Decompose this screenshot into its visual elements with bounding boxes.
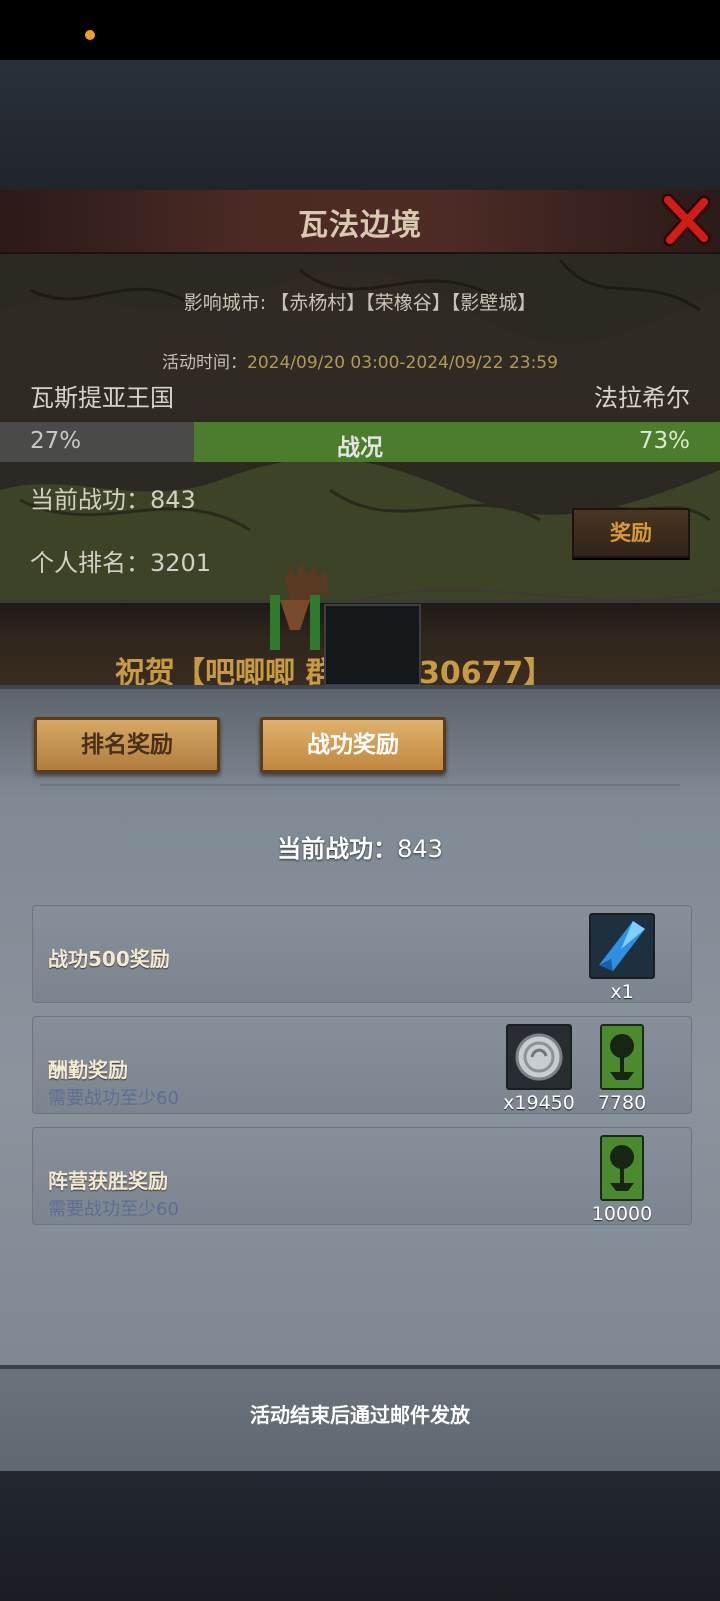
faction-emblem-icon — [270, 562, 421, 685]
reward-row: 阵营获胜奖励 需要战功至少60 10000 — [32, 1127, 692, 1225]
faction-left: 瓦斯提亚王国 — [30, 384, 174, 412]
silver-coin-icon — [506, 1024, 572, 1090]
reward-item-count: x19450 — [503, 1092, 575, 1114]
footer-note: 活动结束后通过邮件发放 — [250, 1403, 470, 1427]
war-status-label: 战况 — [337, 435, 383, 461]
time-value: 2024/09/20 03:00-2024/09/22 23:59 — [247, 353, 558, 373]
reward-row-requirement: 需要战功至少60 — [48, 1199, 179, 1220]
blue-crystal-icon — [589, 913, 655, 979]
war-status-bar: 27% 战况 73% — [0, 422, 720, 462]
current-merit-label: 当前战功： — [277, 835, 398, 863]
affected-cities: 影响城市: 【赤杨村】【荣橡谷】【影壁城】 — [0, 288, 720, 315]
current-merit: 当前战功：843 — [30, 486, 196, 514]
divider — [40, 784, 680, 786]
reward-button[interactable]: 奖励 — [572, 508, 690, 558]
event-time: 活动时间：2024/09/20 03:00-2024/09/22 23:59 — [0, 348, 720, 373]
cities-list: 【赤杨村】【荣橡谷】【影壁城】 — [270, 292, 537, 314]
reward-row: 战功500奖励 x1 — [32, 905, 692, 1003]
backdrop — [0, 60, 720, 190]
status-bar — [0, 0, 720, 60]
reward-item[interactable]: 10000 — [582, 1135, 662, 1225]
reward-row-title: 战功500奖励 — [48, 947, 170, 971]
tab-rank-reward[interactable]: 排名奖励 — [34, 717, 220, 773]
faction-right: 法拉希尔 — [594, 384, 690, 412]
reward-row: 酬勤奖励 需要战功至少60 x19450 7780 — [32, 1016, 692, 1114]
reward-item-count: 7780 — [597, 1092, 647, 1114]
personal-rank: 个人排名：3201 — [30, 549, 212, 577]
reward-item[interactable]: 7780 — [582, 1024, 662, 1114]
reward-panel: 排名奖励 战功奖励 当前战功：843 战功500奖励 x1 酬勤奖励 需要战功至… — [0, 685, 720, 1409]
reward-row-title: 酬勤奖励 — [48, 1058, 128, 1082]
bottom-backdrop — [0, 1471, 720, 1601]
reward-item[interactable]: x1 — [582, 913, 662, 1003]
cities-label: 影响城市: — [183, 292, 267, 314]
reward-item-count: 10000 — [591, 1203, 653, 1225]
tab-merit-reward[interactable]: 战功奖励 — [260, 717, 446, 773]
territory-dialog: 瓦法边境 影响城市: 【赤杨村】【荣橡谷】【影壁城】 活动时间：2024/09/2… — [0, 190, 720, 685]
current-merit-value: 843 — [397, 835, 443, 863]
tree-banner-icon — [600, 1135, 644, 1201]
tree-banner-icon — [600, 1024, 644, 1090]
reward-item-count: x1 — [610, 981, 634, 1003]
reward-item[interactable]: x19450 — [494, 1024, 584, 1114]
dialog-title-bar: 瓦法边境 — [0, 190, 720, 254]
footer-note-bar: 活动结束后通过邮件发放 — [0, 1365, 720, 1475]
reward-row-requirement: 需要战功至少60 — [48, 1088, 179, 1109]
current-merit-summary: 当前战功：843 — [0, 829, 720, 864]
war-right-percent: 73% — [638, 428, 690, 454]
dialog-title: 瓦法边境 — [298, 208, 422, 243]
time-label: 活动时间： — [162, 353, 248, 373]
reward-row-title: 阵营获胜奖励 — [48, 1169, 168, 1193]
notification-dot — [85, 30, 95, 40]
close-icon[interactable] — [658, 192, 714, 248]
